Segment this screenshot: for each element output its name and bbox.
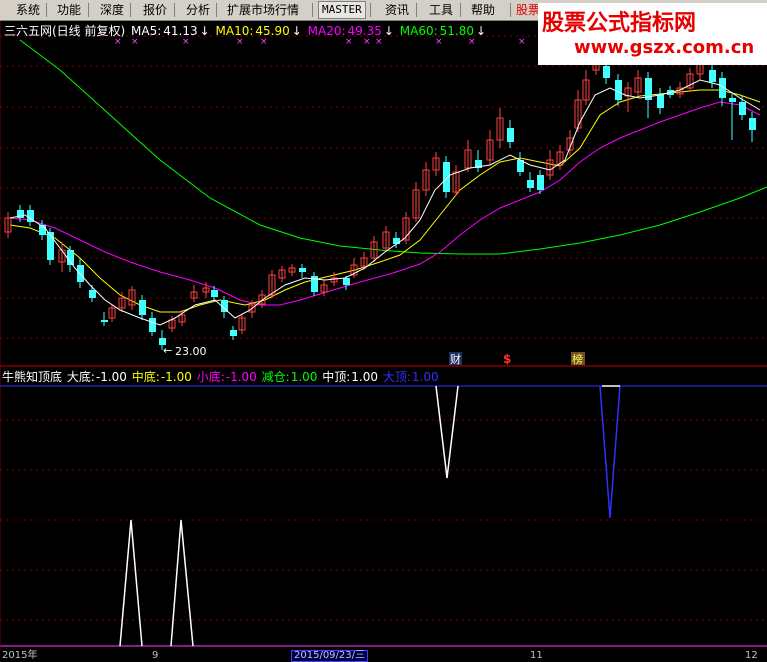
candle-body-down [393, 238, 400, 244]
ma5-value: 41.13 [163, 24, 198, 38]
big-top-value: 1.00 [411, 370, 439, 384]
axis-tick-9: 9 [152, 650, 159, 661]
axis-year: 2015年 [2, 650, 38, 661]
candlesticks [4, 56, 756, 350]
big-top-label: 大顶: [382, 370, 411, 384]
big-top-spike [599, 385, 621, 519]
reduce-position-label: 减仓: [261, 370, 290, 384]
menu-system[interactable]: 系统 [16, 2, 40, 18]
ma60-arrow: ↓ [476, 24, 487, 38]
ma60-path [19, 39, 767, 255]
cai-marker: 财 [450, 352, 461, 366]
big-bottom-label: 大底: [66, 370, 95, 384]
ma20-path [9, 101, 761, 306]
menu-quote[interactable]: 报价 [143, 2, 167, 18]
candle-body-down [537, 175, 544, 190]
candle-body-down [709, 70, 716, 82]
menu-separator [312, 3, 313, 17]
low-price-label: 23.00 [175, 345, 207, 358]
ma5-arrow: ↓ [199, 24, 210, 38]
candle-body-down [739, 102, 746, 115]
ma60-label: MA60: [399, 24, 438, 38]
menu-separator [416, 3, 417, 17]
mid-bottom-value: -1.00 [160, 370, 192, 384]
menu-separator [46, 3, 47, 17]
menu-separator [88, 3, 89, 17]
big-bottom-spike [170, 519, 194, 647]
ma20-arrow: ↓ [383, 24, 394, 38]
menu-separator [370, 3, 371, 17]
small-bottom-value: -1.00 [225, 370, 257, 384]
menu-extended-market[interactable]: 扩展市场行情 [227, 2, 299, 18]
candle-body-down [149, 318, 156, 332]
menu-analysis[interactable]: 分析 [186, 2, 210, 18]
menu-separator [130, 3, 131, 17]
candle-body-down [230, 330, 237, 336]
mid-top-label: 中顶: [322, 370, 351, 384]
candle-body-down [749, 118, 756, 130]
crosshair-date: 2015/09/23/三 [291, 650, 369, 662]
candle-body-down [657, 94, 664, 108]
indicator-header: 牛熊知顶底 大底:-1.00 中底:-1.00 小底:-1.00 减仓:1.00… [2, 368, 440, 385]
watermark-title: 股票公式指标网 [542, 11, 697, 36]
menu-separator [174, 3, 175, 17]
time-axis: 2015年 9 2015/09/23/三 11 12 [0, 650, 767, 662]
ma20-line [9, 101, 761, 306]
menu-master[interactable]: MASTER [318, 1, 366, 19]
stock-title: 三六五网(日线 前复权) [4, 24, 126, 38]
big-bottom-value: -1.00 [95, 370, 127, 384]
menu-help[interactable]: 帮助 [471, 2, 495, 18]
ma10-label: MA10: [215, 24, 254, 38]
bang-marker: 榜 [572, 352, 583, 366]
mid-bottom-label: 中底: [131, 370, 160, 384]
menu-depth[interactable]: 深度 [100, 2, 124, 18]
candle-body-down [343, 278, 350, 285]
candle-body-down [443, 162, 450, 192]
menu-separator [216, 3, 217, 17]
candle-body-down [299, 268, 306, 272]
candle-body-down [211, 290, 218, 297]
watermark-url: www.gszx.com.cn [574, 37, 755, 58]
ma20-value: 49.35 [347, 24, 382, 38]
candle-body-down [47, 232, 54, 260]
indicator-lines [119, 385, 621, 647]
candle-body-down [89, 290, 96, 298]
ma60-line [19, 39, 767, 255]
ma10-value: 45.90 [255, 24, 290, 38]
menu-function[interactable]: 功能 [57, 2, 81, 18]
indicator-title: 牛熊知顶底 [2, 370, 63, 384]
site-watermark: 股票公式指标网 www.gszx.com.cn [538, 3, 767, 65]
dollar-marker: $ [503, 352, 511, 366]
reduce-position-value: 1.00 [290, 370, 318, 384]
mid-top-value: 1.00 [351, 370, 379, 384]
big-bottom-spike [119, 519, 143, 647]
candle-body-down [527, 180, 534, 188]
mid-top-spike [435, 385, 459, 479]
annotations: 23.00 ← 财 $ 榜 [163, 344, 585, 366]
ma60-value: 51.80 [439, 24, 474, 38]
ma5-label: MA5: [131, 24, 162, 38]
menu-separator [460, 3, 461, 17]
menu-separator [510, 3, 511, 17]
candle-body-down [101, 320, 108, 322]
ma10-path [9, 89, 761, 313]
candle-body-down [615, 80, 622, 100]
candle-body-down [603, 66, 610, 78]
menu-news[interactable]: 资讯 [385, 2, 409, 18]
ma10-line [9, 89, 761, 313]
main-chart-header: 三六五网(日线 前复权) MA5: 41.13 ↓ MA10: 45.90 ↓ MA20… [4, 22, 488, 39]
candle-body-down [139, 300, 146, 315]
low-arrow: ← [163, 344, 172, 357]
candle-body-down [729, 98, 736, 102]
small-bottom-label: 小底: [196, 370, 225, 384]
chart-canvas: × × × × × × × × × × × 23.00 ← 财 $ 榜 [0, 0, 767, 650]
menu-stock[interactable]: 股票 [516, 2, 540, 18]
axis-tick-11: 11 [530, 650, 543, 661]
ma20-label: MA20: [307, 24, 346, 38]
menu-tools[interactable]: 工具 [429, 2, 453, 18]
candle-body-down [507, 128, 514, 142]
ma10-arrow: ↓ [291, 24, 302, 38]
x-marker: × [518, 37, 526, 47]
axis-tick-12: 12 [745, 650, 758, 661]
